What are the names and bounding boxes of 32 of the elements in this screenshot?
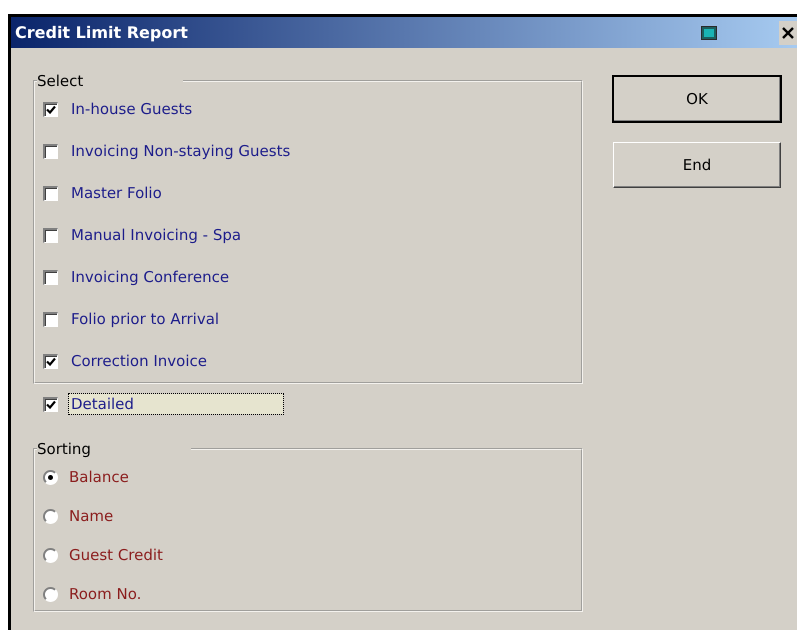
checkbox-label[interactable]: Invoicing Conference: [69, 267, 232, 287]
checkbox[interactable]: [43, 354, 58, 368]
radio-label[interactable]: Balance: [69, 468, 129, 486]
close-button[interactable]: [779, 20, 797, 44]
checkbox[interactable]: [43, 102, 58, 116]
close-icon: [782, 26, 794, 38]
radio-label[interactable]: Guest Credit: [69, 546, 163, 564]
checkbox[interactable]: [43, 396, 58, 412]
checkbox-label[interactable]: Detailed: [69, 394, 283, 414]
window-title: Credit Limit Report: [15, 23, 189, 42]
radio-button[interactable]: [43, 508, 58, 524]
end-button[interactable]: End: [613, 142, 781, 188]
radio-label[interactable]: Name: [69, 507, 114, 525]
radio-label[interactable]: Room No.: [69, 585, 142, 603]
checkbox[interactable]: [43, 228, 58, 242]
checkbox-label[interactable]: In-house Guests: [69, 99, 194, 119]
checkbox[interactable]: [43, 312, 58, 326]
monitor-icon: [701, 26, 717, 40]
group-label: Select: [37, 72, 84, 90]
ok-button[interactable]: OK: [613, 76, 781, 122]
checkbox[interactable]: [43, 144, 58, 158]
radio-button[interactable]: [43, 470, 58, 484]
checkbox[interactable]: [43, 270, 58, 284]
checkbox-label[interactable]: Correction Invoice: [69, 351, 209, 371]
radio-button[interactable]: [43, 548, 58, 562]
checkbox-label[interactable]: Manual Invoicing - Spa: [69, 225, 244, 245]
checkbox[interactable]: [43, 186, 58, 200]
checkbox-label[interactable]: Master Folio: [69, 183, 164, 203]
checkbox-label[interactable]: Folio prior to Arrival: [69, 309, 222, 329]
group-label: Sorting: [37, 440, 92, 458]
checkbox-label[interactable]: Invoicing Non-staying Guests: [69, 141, 292, 161]
radio-button[interactable]: [43, 586, 58, 602]
